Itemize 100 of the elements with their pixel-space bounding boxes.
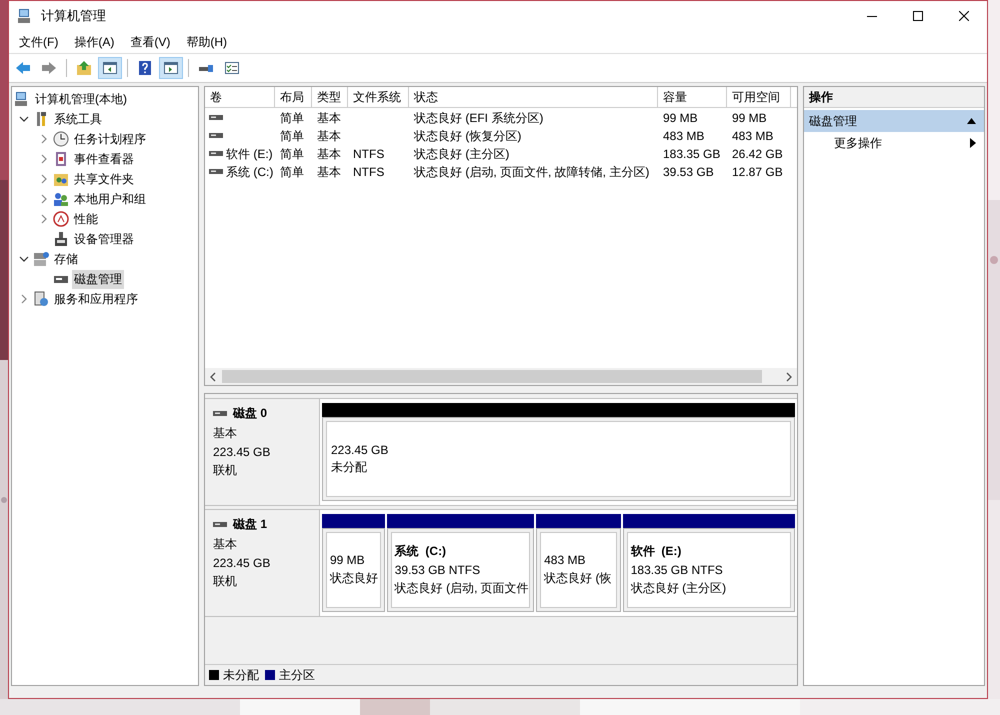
menu-item[interactable]: 文件(F): [11, 34, 66, 50]
partition-block[interactable]: 99 MB 状态良好: [322, 528, 385, 612]
table-cell: 软件 (E:): [226, 146, 273, 162]
checklist-icon: [224, 60, 240, 76]
left-arrow-icon: [15, 60, 31, 76]
table-cell: 简单: [280, 146, 304, 160]
services-icon: [33, 291, 49, 307]
partition-size: 223.45 GB: [331, 442, 390, 456]
maximize-icon: [913, 11, 923, 21]
column-header[interactable]: 布局: [275, 87, 312, 107]
column-header[interactable]: 容量: [658, 87, 727, 107]
partition-size: 39.53 GB NTFS: [394, 563, 482, 577]
close-icon: [959, 11, 969, 21]
tree-item[interactable]: 性能: [12, 209, 198, 229]
tree-item[interactable]: 共享文件夹: [12, 169, 198, 189]
table-cell: 基本: [317, 128, 341, 142]
pane-left-icon: [102, 60, 118, 76]
disk-size: 223.45 GB: [213, 556, 272, 570]
partition-block[interactable]: 483 MB 状态良好 (恢: [536, 528, 621, 612]
actions-section-header[interactable]: 磁盘管理: [804, 110, 984, 132]
tree-item[interactable]: 存储: [12, 249, 198, 269]
menu-item[interactable]: 查看(V): [122, 34, 178, 50]
table-cell: 状态良好 (EFI 系统分区): [414, 110, 544, 124]
pane-right-icon: [163, 60, 179, 76]
drive-icon: [213, 522, 227, 528]
drive-icon: [209, 115, 223, 121]
action-item[interactable]: 更多操作: [804, 132, 984, 154]
table-cell: NTFS: [353, 165, 384, 179]
disk-name: 磁盘 1: [233, 516, 268, 533]
column-header[interactable]: 状态: [409, 87, 658, 107]
disk-status: 联机: [213, 573, 238, 590]
table-cell: 483 MB: [663, 129, 704, 143]
legend-label: 主分区: [279, 666, 315, 684]
disk-status: 联机: [213, 462, 238, 479]
help-icon: [137, 60, 153, 76]
unallocated-block[interactable]: 223.45 GB 未分配: [322, 417, 795, 501]
table-cell: 状态良好 (恢复分区): [414, 128, 522, 142]
table-cell: 12.87 GB: [732, 165, 783, 179]
partition-size: 183.35 GB NTFS: [630, 563, 724, 577]
tree-item[interactable]: 任务计划程序: [12, 129, 198, 149]
disk-name: 磁盘 0: [233, 405, 268, 422]
partition-status: 未分配: [331, 458, 368, 476]
legend-label: 未分配: [223, 666, 259, 684]
partition-name: 软件 (E:): [630, 543, 682, 560]
storage-icon: [33, 251, 49, 267]
drive-icon: [209, 133, 223, 139]
partition-status: 状态良好: [330, 570, 377, 587]
table-cell: 483 MB: [732, 129, 774, 143]
partition-status: 状态良好 (主分区): [630, 580, 728, 597]
tree-item[interactable]: 本地用户和组: [12, 189, 198, 209]
show-tree-button[interactable]: [98, 57, 122, 79]
table-cell: NTFS: [353, 147, 384, 161]
table-cell: 183.35 GB: [663, 147, 720, 161]
drive-icon: [213, 410, 227, 416]
partition-size: 483 MB: [544, 553, 586, 567]
column-header[interactable]: 卷: [205, 87, 275, 107]
table-cell: 26.42 GB: [732, 147, 783, 161]
notebook-icon: [53, 151, 69, 167]
partition-size: 99 MB: [330, 553, 366, 567]
table-cell: 基本: [317, 110, 341, 124]
table-cell: 状态良好 (启动, 页面文件, 故障转储, 主分区): [414, 164, 650, 178]
disk-type: 基本: [213, 425, 238, 442]
device-icon: [53, 231, 69, 247]
table-cell: 简单: [280, 164, 304, 178]
column-header[interactable]: 可用空间: [727, 87, 791, 107]
partition-name: 系统 (C:): [394, 543, 448, 560]
partition-block[interactable]: 系统 (C:) 39.53 GB NTFS 状态良好 (启动, 页面文件: [386, 528, 534, 612]
menu-item[interactable]: 操作(A): [66, 34, 122, 50]
computer-icon: [14, 91, 30, 107]
tree-item[interactable]: 计算机管理(本地): [12, 89, 198, 109]
partition-status: 状态良好 (启动, 页面文件: [394, 580, 526, 597]
gauge-icon: [53, 211, 69, 227]
clock-icon: [53, 131, 69, 147]
table-cell: 基本: [317, 146, 341, 160]
tree-item[interactable]: 设备管理器: [12, 229, 198, 249]
table-cell: 99 MB: [663, 111, 698, 125]
folder-icon: [53, 171, 69, 187]
partition-status: 状态良好 (恢: [544, 570, 612, 587]
table-cell: 99 MB: [732, 111, 767, 125]
table-cell: 系统 (C:): [226, 164, 274, 180]
horizontal-scrollbar[interactable]: [205, 368, 797, 385]
table-cell: 状态良好 (主分区): [414, 146, 510, 160]
column-header[interactable]: 类型: [312, 87, 348, 107]
table-cell: 39.53 GB: [663, 165, 714, 179]
collapse-arrow-icon: [967, 118, 976, 124]
actions-header: 操作: [804, 87, 984, 108]
window-title: 计算机管理: [41, 7, 106, 25]
users-icon: [53, 191, 69, 207]
show-actions-button[interactable]: [159, 57, 183, 79]
column-header[interactable]: 文件系统: [348, 87, 409, 107]
right-arrow-icon: [41, 60, 57, 76]
table-cell: 简单: [280, 110, 304, 124]
tree-item[interactable]: 磁盘管理: [12, 269, 198, 289]
tree-item[interactable]: 系统工具: [12, 109, 198, 129]
tree-item[interactable]: 服务和应用程序: [12, 289, 198, 309]
folder-up-icon: [76, 60, 92, 76]
partition-block[interactable]: 软件 (E:) 183.35 GB NTFS 状态良好 (主分区): [622, 528, 796, 612]
menu-item[interactable]: 帮助(H): [178, 34, 235, 50]
table-cell: 基本: [317, 164, 341, 178]
tree-item[interactable]: 事件查看器: [12, 149, 198, 169]
